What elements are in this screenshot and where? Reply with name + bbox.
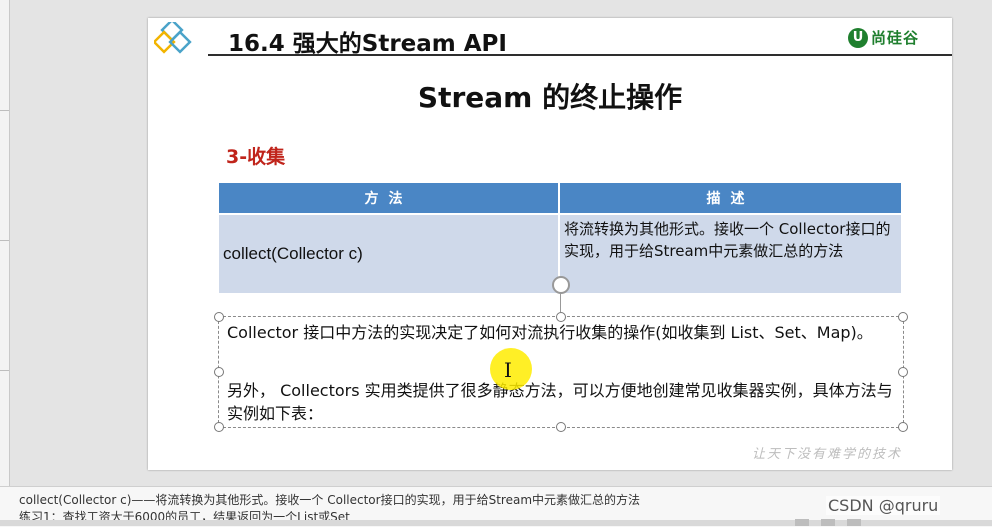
resize-handle-top[interactable] [556,312,566,322]
rotate-handle[interactable] [552,276,570,294]
description-cell: 将流转换为其他形式。接收一个 Collector接口的实现，用于给Stream中… [559,213,901,293]
resize-handle-top-right[interactable] [898,312,908,322]
resize-handle-top-left[interactable] [214,312,224,322]
brand-logo: U 尚硅谷 [848,27,919,48]
slide-sorter-icon[interactable] [821,519,835,526]
resize-handle-right[interactable] [898,367,908,377]
table-header-method: 方法 [219,183,560,214]
paragraph-collectors[interactable]: 另外， Collectors 实用类提供了很多静态方法，可以方便地创建常见收集器… [227,379,893,425]
header-title: 16.4 强大的Stream API [228,31,507,57]
rotate-handle-stem [560,292,561,312]
resize-handle-left[interactable] [214,367,224,377]
resize-handle-bottom-right[interactable] [898,422,908,432]
footer-slogan: 让天下没有难学的技术 [752,447,903,462]
slide-title[interactable]: Stream 的终止操作 [148,76,952,116]
method-cell: collect(Collector c) [219,213,560,293]
strip-tick [0,240,9,241]
normal-view-icon[interactable] [795,519,809,526]
slide-canvas[interactable]: 16.4 强大的Stream API U 尚硅谷 Stream 的终止操作 3-… [148,18,952,470]
selected-text-box[interactable]: Collector 接口中方法的实现决定了如何对流执行收集的操作(如收集到 Li… [214,312,908,432]
view-buttons[interactable] [795,519,873,526]
paragraph-collector[interactable]: Collector 接口中方法的实现决定了如何对流执行收集的操作(如收集到 Li… [227,321,893,344]
table-header-description: 描述 [559,183,901,214]
strip-tick [0,370,9,371]
resize-handle-bottom[interactable] [556,422,566,432]
diamond-logo-icon [154,22,192,54]
brand-text: 尚硅谷 [871,29,920,47]
header-divider [208,54,952,56]
brand-mark-icon: U [848,27,868,48]
text-cursor-icon: I [504,358,512,382]
section-subtitle[interactable]: 3-收集 [226,142,285,169]
reading-view-icon[interactable] [847,519,861,526]
notes-line: collect(Collector c)——将流转换为其他形式。接收一个 Col… [19,493,641,507]
strip-tick [0,110,9,111]
slide-thumbnail-strip[interactable] [0,0,10,486]
resize-handle-bottom-left[interactable] [214,422,224,432]
csdn-watermark: CSDN @qruru [826,496,941,515]
